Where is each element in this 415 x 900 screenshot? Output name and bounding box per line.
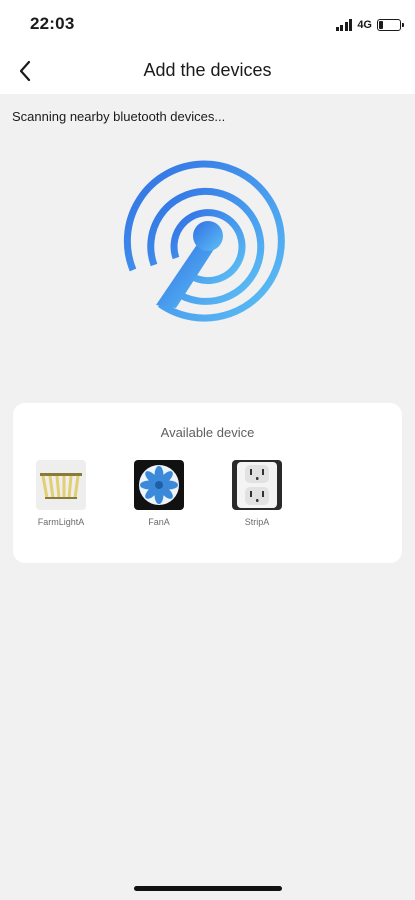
- available-devices-title: Available device: [160, 425, 255, 440]
- device-item-fana[interactable]: FanA: [124, 460, 194, 527]
- device-name: StripA: [244, 517, 270, 527]
- scan-status-text: Scanning nearby bluetooth devices...: [12, 109, 226, 124]
- grow-light-icon: [36, 460, 86, 510]
- device-name: FanA: [148, 517, 170, 527]
- home-indicator[interactable]: [134, 886, 282, 891]
- page-title: Add the devices: [143, 60, 272, 80]
- available-devices-card: Available device FarmLightA FanA StripA: [13, 403, 402, 563]
- status-indicators: 4G: [335, 17, 404, 33]
- status-time: 22:03: [30, 14, 75, 33]
- status-bar: 22:03 4G: [0, 0, 415, 48]
- device-name: FarmLightA: [37, 517, 85, 527]
- device-item-farmlighta[interactable]: FarmLightA: [26, 460, 96, 527]
- device-item-stripa[interactable]: StripA: [222, 460, 292, 527]
- signal-icon: [335, 19, 353, 31]
- battery-fill: [379, 21, 383, 29]
- battery-icon: [377, 19, 404, 31]
- power-strip-icon: [232, 460, 282, 510]
- fan-icon: [134, 460, 184, 510]
- network-label: 4G: [357, 19, 372, 31]
- bluetooth-scan-radar-icon: [120, 158, 300, 338]
- nav-bar: Add the devices: [0, 48, 415, 94]
